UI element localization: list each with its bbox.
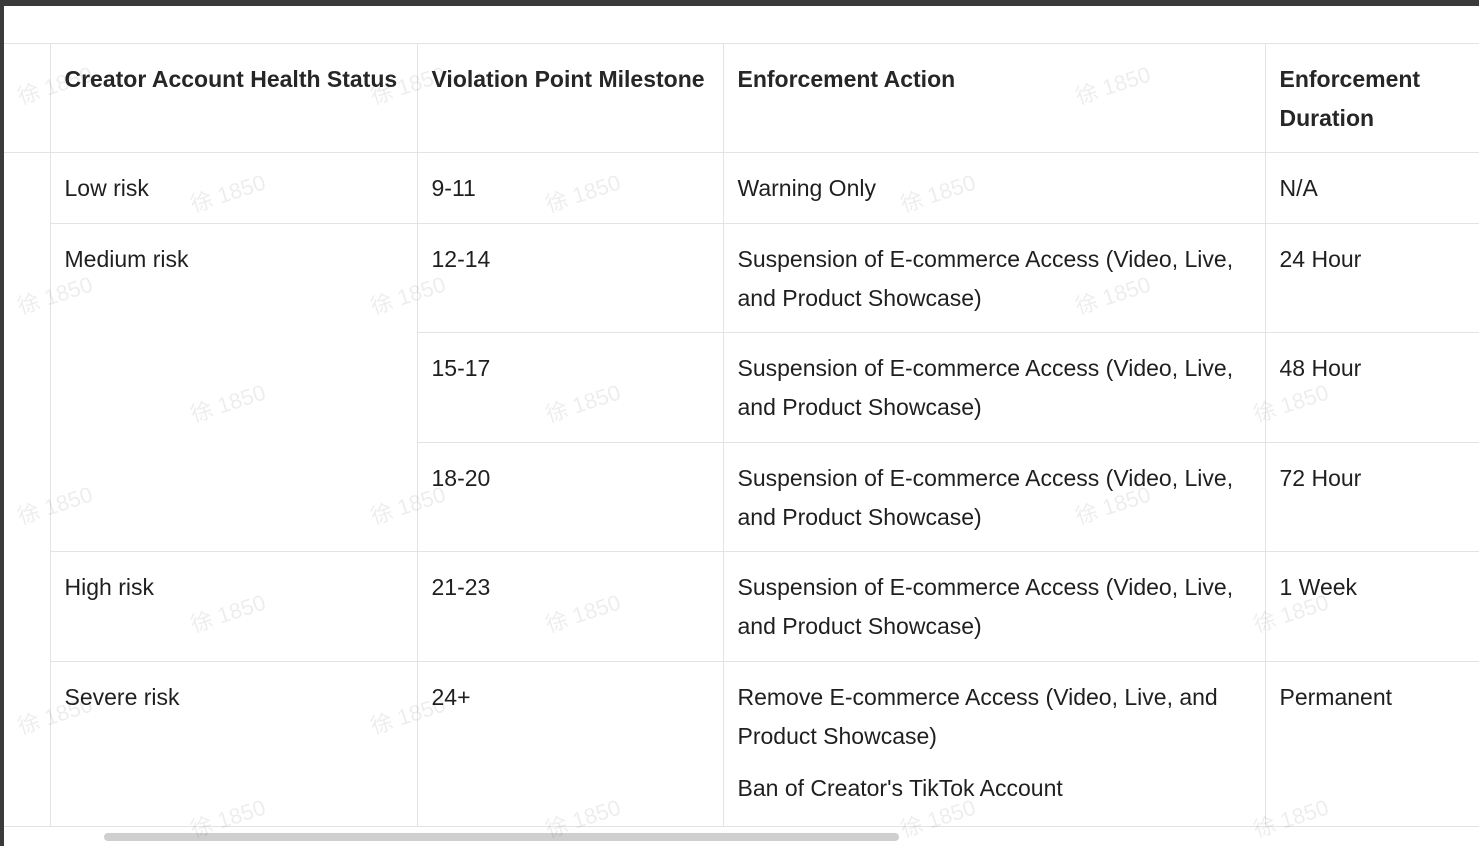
document-frame: Creator Account Health Status Violation … <box>4 6 1479 846</box>
table-row: Low risk 9-11 Warning Only N/A <box>4 152 1479 826</box>
cell-action: Suspension of E-commerce Access (Video, … <box>722 223 1266 333</box>
gutter-cell <box>4 152 51 826</box>
cell-action-text: Remove E-commerce Access (Video, Live, a… <box>737 684 1218 749</box>
enforcement-table: Creator Account Health Status Violation … <box>4 43 1479 826</box>
table-row: High risk 21-23 Suspension of E-commerce… <box>4 551 1479 662</box>
cell-milestone: 21-23 <box>416 551 724 662</box>
header-status: Creator Account Health Status <box>49 43 418 153</box>
cell-duration: 1 Week <box>1264 551 1479 662</box>
header-milestone: Violation Point Milestone <box>416 43 724 153</box>
table-row: Medium risk 12-14 Suspension of E-commer… <box>4 223 1479 552</box>
table-header-row: Creator Account Health Status Violation … <box>4 43 1479 153</box>
cell-duration: 24 Hour <box>1264 223 1479 333</box>
cell-status: Severe risk <box>49 661 418 826</box>
header-action: Enforcement Action <box>722 43 1266 153</box>
cell-action: Suspension of E-commerce Access (Video, … <box>722 442 1266 552</box>
cell-action: Suspension of E-commerce Access (Video, … <box>722 551 1266 662</box>
cell-duration: 48 Hour <box>1264 332 1479 443</box>
cell-milestone: 15-17 <box>416 332 724 443</box>
cell-duration: 72 Hour <box>1264 442 1479 552</box>
cell-milestone: 18-20 <box>416 442 724 552</box>
horizontal-scrollbar[interactable] <box>4 826 1479 846</box>
scrollbar-thumb[interactable] <box>104 833 899 841</box>
table-row: Severe risk 24+ Remove E-commerce Access… <box>4 661 1479 826</box>
cell-duration: N/A <box>1264 152 1479 224</box>
cell-milestone: 12-14 <box>416 223 724 333</box>
cell-action: Suspension of E-commerce Access (Video, … <box>722 332 1266 443</box>
table-scroll-area[interactable]: Creator Account Health Status Violation … <box>4 43 1479 826</box>
cell-action: Remove E-commerce Access (Video, Live, a… <box>722 661 1266 826</box>
cell-action-extra: Ban of Creator's TikTok Account <box>737 775 1063 801</box>
cell-status: Low risk <box>49 152 418 224</box>
cell-milestone: 9-11 <box>416 152 724 224</box>
cell-status: High risk <box>49 551 418 662</box>
gutter-cell <box>4 43 51 153</box>
cell-duration: Permanent <box>1264 661 1479 826</box>
top-strip <box>4 6 1479 20</box>
cell-milestone: 24+ <box>416 661 724 826</box>
cell-action: Warning Only <box>722 152 1266 224</box>
cell-status: Medium risk <box>49 223 418 552</box>
header-duration: Enforcement Duration <box>1264 43 1479 153</box>
